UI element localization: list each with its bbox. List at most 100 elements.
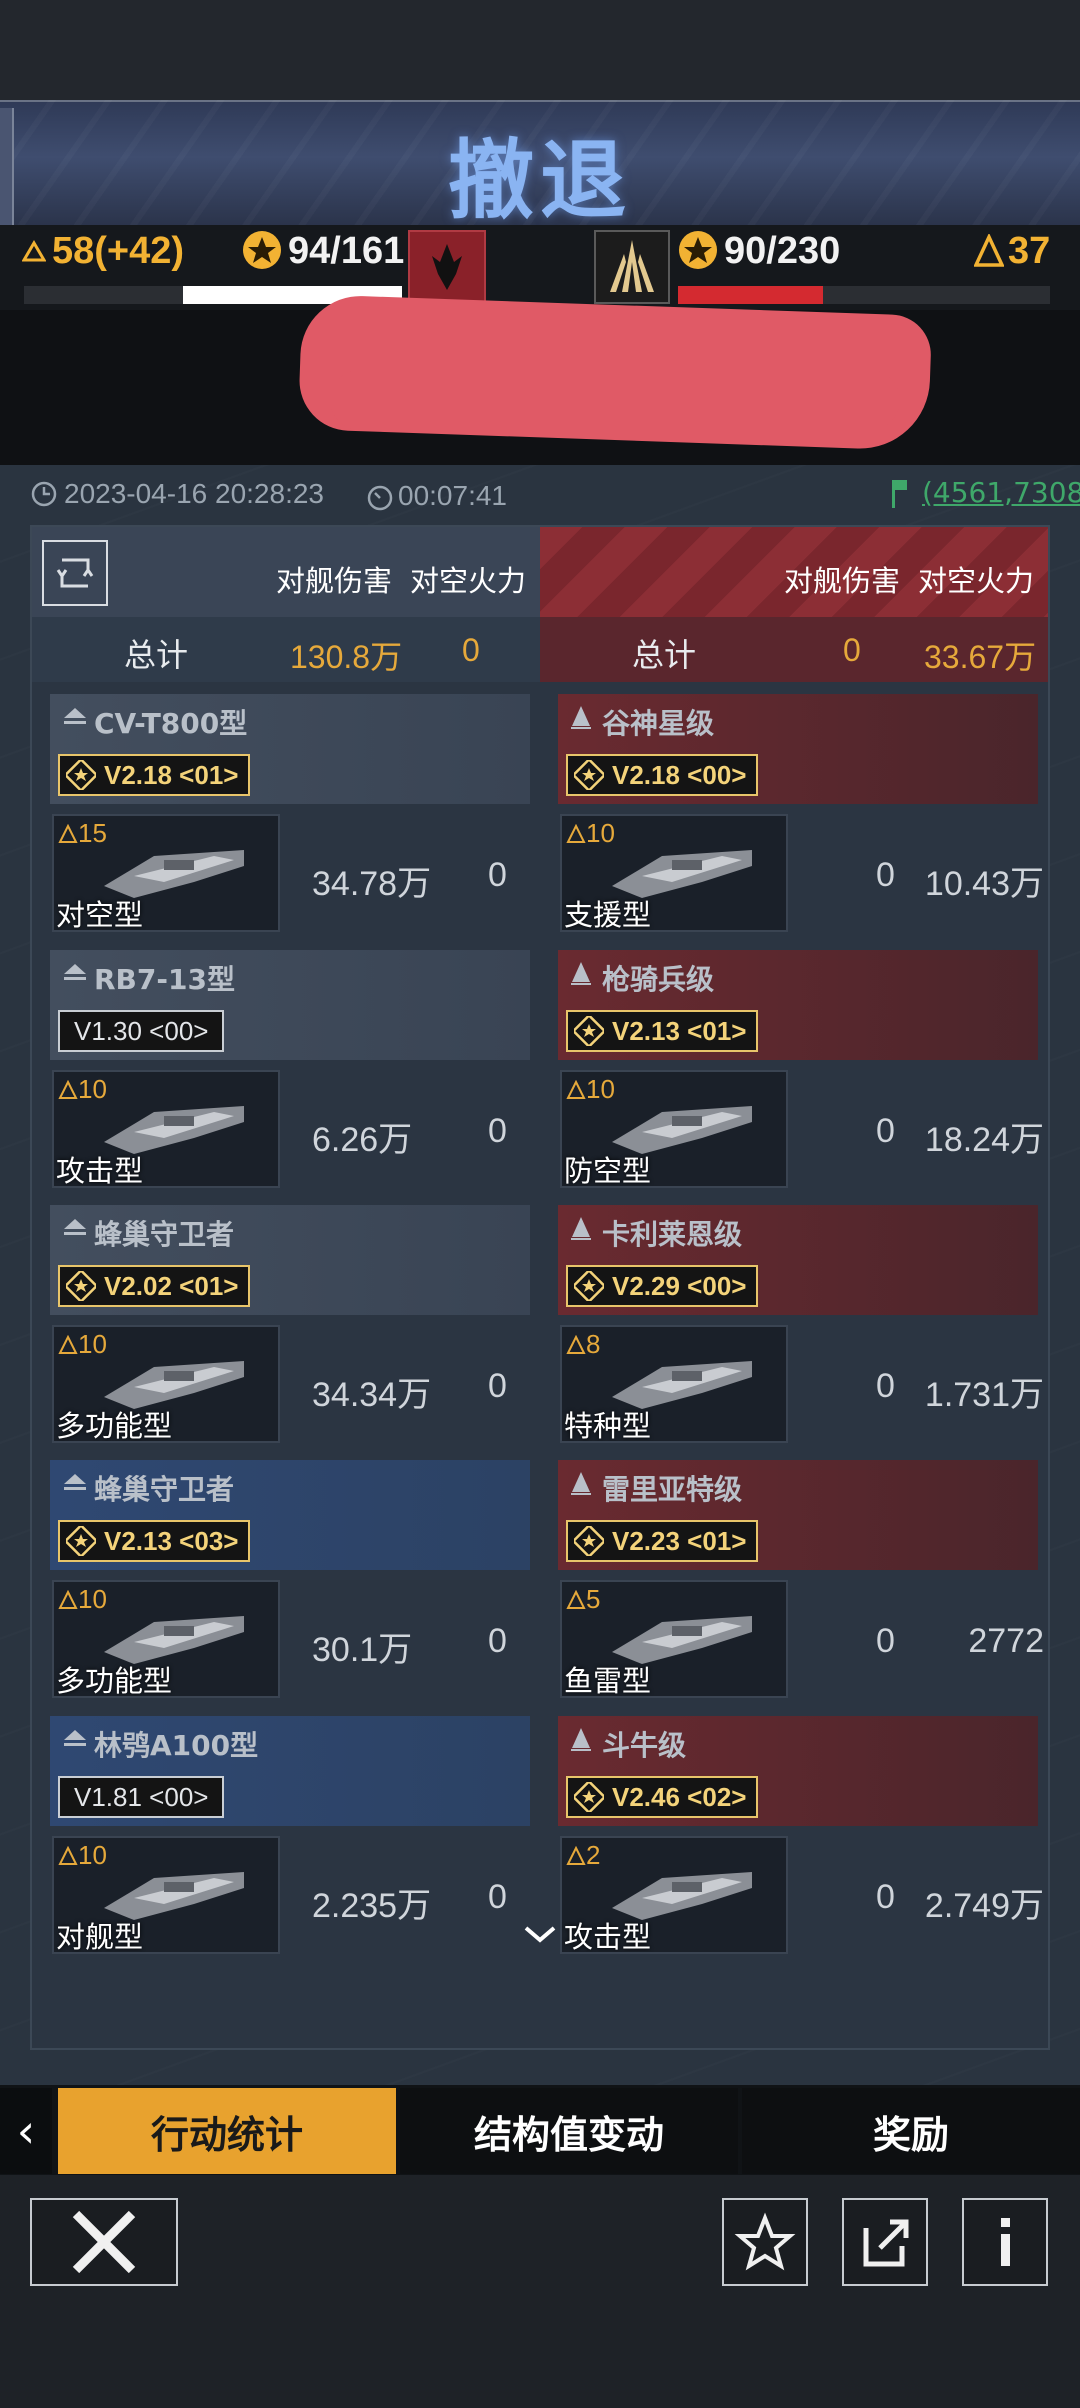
level-icon — [58, 1080, 78, 1099]
ship-anti-air: 0 — [488, 1878, 507, 1916]
location-flag-icon — [888, 478, 910, 514]
ship-type: 多功能型 — [56, 1664, 173, 1698]
ship-name: 蜂巢守卫者 — [94, 1218, 235, 1251]
ship-class-icon — [568, 960, 594, 990]
ship-damage: 0 — [876, 1622, 895, 1660]
tab-action-stats[interactable]: 行动统计 — [58, 2088, 396, 2174]
ship-version: V1.81 <00> — [74, 1781, 209, 1812]
ship-version: V2.13 <03> — [104, 1525, 239, 1556]
fleet-power-icon — [973, 232, 1005, 272]
status-bar-area — [0, 0, 1080, 100]
ship-version-badge: V2.02 <01> — [58, 1265, 251, 1307]
battle-datetime: 2023-04-16 20:28:23 — [64, 478, 324, 509]
ship-thumbnail[interactable]: 10 防空型 — [560, 1070, 788, 1188]
level-icon — [58, 1590, 78, 1609]
ship-anti-air: 2.749万 — [924, 1887, 1044, 1925]
ship-anti-air: 0 — [488, 1367, 507, 1405]
ship-thumbnail[interactable]: 8 特种型 — [560, 1325, 788, 1443]
ship-name: 林鸮A100型 — [94, 1729, 259, 1762]
close-button[interactable] — [30, 2198, 178, 2286]
scroll-down-icon[interactable] — [522, 1924, 558, 1950]
ship-thumbnail[interactable]: 10 对舰型 — [52, 1836, 280, 1954]
ship-version-badge: V2.29 <00> — [566, 1265, 759, 1307]
ship-thumbnail[interactable]: 10 支援型 — [560, 814, 788, 932]
ship-damage: 0 — [876, 1878, 895, 1916]
clock-icon — [30, 480, 58, 512]
favorite-button[interactable] — [722, 2198, 808, 2286]
ship-level: 8 — [586, 1329, 601, 1359]
score-emblem-icon — [676, 228, 720, 276]
tab-rewards[interactable]: 奖励 — [742, 2088, 1080, 2174]
left-total-aa: 0 — [462, 632, 480, 668]
level-icon — [58, 1335, 78, 1354]
ship-version-badge: V1.81 <00> — [58, 1776, 225, 1818]
result-title: 撤退 — [448, 131, 632, 231]
col-header-damage: 对舰伤害 — [276, 564, 393, 598]
ship-version-badge: V2.13 <01> — [566, 1010, 759, 1052]
ship-level: 10 — [78, 1584, 107, 1614]
level-icon — [566, 824, 586, 843]
ship-anti-air: 0 — [488, 1622, 507, 1660]
right-score: 90/230 — [724, 230, 841, 272]
ship-version: V2.02 <01> — [104, 1270, 239, 1301]
ship-name: 斗牛级 — [602, 1729, 687, 1762]
ship-class-icon — [568, 1470, 594, 1500]
redaction-mark — [330, 370, 900, 430]
col-header-damage: 对舰伤害 — [784, 564, 901, 598]
level-icon — [58, 824, 78, 843]
ship-name: RB7-13型 — [94, 963, 235, 996]
right-power: 37 — [1008, 230, 1051, 272]
ship-name: 蜂巢守卫者 — [94, 1473, 235, 1506]
ship-type: 攻击型 — [56, 1154, 144, 1188]
right-score-bar-fill — [678, 286, 823, 304]
ship-thumbnail[interactable]: 10 攻击型 — [52, 1070, 280, 1188]
ship-damage: 0 — [876, 1367, 895, 1405]
ship-anti-air: 18.24万 — [924, 1121, 1044, 1159]
ship-thumbnail[interactable]: 5 鱼雷型 — [560, 1580, 788, 1698]
left-total-damage: 130.8万 — [290, 639, 403, 675]
ship-version: V2.18 <01> — [104, 759, 239, 790]
ship-thumbnail[interactable]: 15 对空型 — [52, 814, 280, 932]
ship-type: 特种型 — [564, 1409, 652, 1443]
ship-type: 对空型 — [56, 898, 144, 932]
ship-level: 5 — [586, 1584, 601, 1614]
info-button[interactable] — [962, 2198, 1048, 2286]
ship-anti-air: 1.731万 — [924, 1376, 1044, 1414]
total-label: 总计 — [632, 636, 697, 674]
ship-name: 枪骑兵级 — [602, 963, 715, 996]
location-link[interactable]: (4561,7308) — [922, 476, 1080, 509]
ship-version: V2.46 <02> — [612, 1781, 747, 1812]
ship-version: V2.23 <01> — [612, 1525, 747, 1556]
ship-version-badge: V1.30 <00> — [58, 1010, 225, 1052]
level-icon — [566, 1846, 586, 1865]
swap-button[interactable] — [42, 540, 108, 606]
ship-anti-air: 10.43万 — [924, 865, 1044, 903]
share-button[interactable] — [842, 2198, 928, 2286]
tab-structure-changes[interactable]: 结构值变动 — [400, 2088, 738, 2174]
ship-level: 10 — [586, 1074, 615, 1104]
level-icon — [58, 1846, 78, 1865]
level-icon — [566, 1335, 586, 1354]
ship-class-icon — [568, 1726, 594, 1756]
ship-level: 10 — [78, 1329, 107, 1359]
back-arrow-icon[interactable]: ‹ — [0, 2088, 52, 2174]
ship-damage: 0 — [876, 1112, 895, 1150]
ship-thumbnail[interactable]: 10 多功能型 — [52, 1325, 280, 1443]
ship-type: 攻击型 — [564, 1920, 652, 1954]
ship-class-icon — [60, 1726, 90, 1756]
ship-anti-air: 2772 — [968, 1622, 1044, 1660]
ship-damage: 34.78万 — [312, 865, 432, 903]
ship-thumbnail[interactable]: 2 攻击型 — [560, 1836, 788, 1954]
right-total-damage: 0 — [843, 632, 861, 668]
ship-class-icon — [60, 1215, 90, 1245]
ship-version-badge: V2.23 <01> — [566, 1520, 759, 1562]
ship-type: 对舰型 — [56, 1920, 144, 1954]
ship-thumbnail[interactable]: 10 多功能型 — [52, 1580, 280, 1698]
ship-level: 15 — [78, 818, 107, 848]
ship-version: V2.29 <00> — [612, 1270, 747, 1301]
ship-level: 10 — [586, 818, 615, 848]
ship-level: 10 — [78, 1840, 107, 1870]
ship-type: 多功能型 — [56, 1409, 173, 1443]
total-label: 总计 — [124, 636, 189, 674]
ship-version: V2.13 <01> — [612, 1015, 747, 1046]
